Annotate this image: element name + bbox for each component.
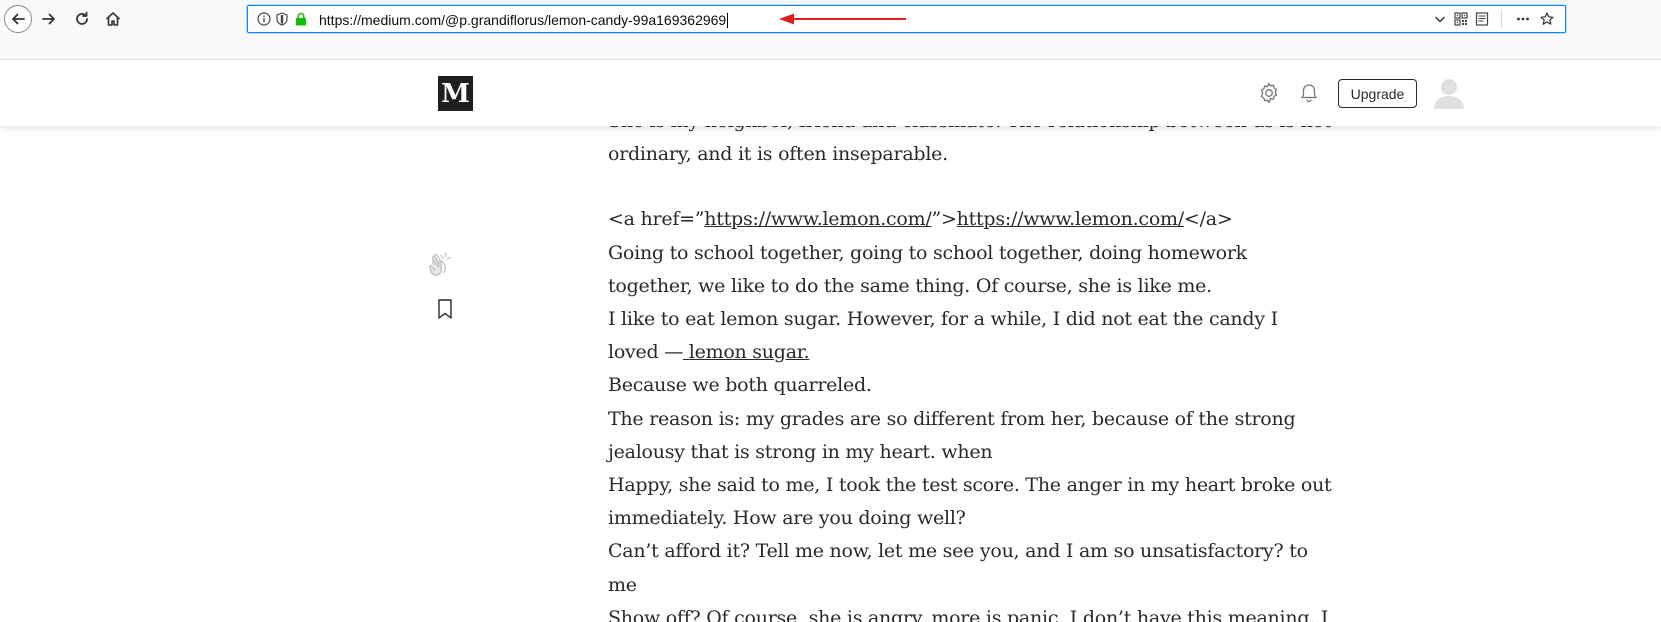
article-line: ordinary, and it is often inseparable. (608, 143, 948, 166)
logo-letter: M (441, 78, 470, 109)
article-line: immediately. How are you doing well? (608, 507, 966, 530)
url-text[interactable]: https://medium.com/@p.grandiflorus/lemon… (319, 12, 729, 28)
browser-toolbar: https://medium.com/@p.grandiflorus/lemon… (0, 0, 1661, 60)
article-line: jealousy that is strong in my heart. whe… (608, 440, 993, 463)
line-text: ”> (931, 208, 957, 231)
home-icon (105, 12, 121, 26)
bookmark-star-icon[interactable] (1540, 12, 1554, 26)
more-icon[interactable] (1516, 12, 1530, 26)
urlbar-separator (1501, 10, 1502, 28)
forward-icon (42, 13, 55, 25)
reload-button[interactable] (68, 5, 96, 33)
medium-logo[interactable]: M (438, 76, 473, 111)
tracking-shield-icon[interactable] (275, 12, 289, 26)
info-icon[interactable] (257, 12, 271, 26)
line-text: <a href=” (608, 208, 705, 231)
bell-icon[interactable] (1297, 81, 1321, 105)
home-button[interactable] (99, 5, 127, 33)
text-caret (727, 13, 729, 28)
back-button[interactable] (4, 5, 32, 33)
line-text: </a> (1183, 208, 1233, 231)
lemon-link[interactable]: https://www.lemon.com/ (704, 208, 932, 230)
forward-button[interactable] (35, 5, 63, 33)
annotation-arrow (779, 13, 906, 25)
back-icon (12, 13, 25, 25)
article-line: I like to eat lemon sugar. However, for … (608, 308, 1278, 331)
avatar[interactable] (1433, 76, 1465, 110)
article-body: She is my neighbor, friend and classmate… (608, 105, 1332, 622)
lemon-link[interactable]: https://www.lemon.com/ (957, 208, 1185, 230)
article-line: together, we like to do the same thing. … (608, 274, 1212, 297)
article-line: Happy, she said to me, I took the test s… (608, 474, 1332, 497)
lock-icon[interactable] (294, 12, 308, 26)
lemon-sugar-link[interactable]: lemon sugar. (683, 341, 810, 363)
bookmark-icon[interactable] (436, 298, 454, 320)
dropdown-chevron-icon[interactable] (1433, 12, 1447, 26)
article-line: <a href=”https://www.lemon.com/”>https:/… (608, 203, 1298, 236)
clap-icon[interactable] (428, 250, 456, 278)
qr-code-icon[interactable] (1454, 12, 1468, 26)
reader-view-icon[interactable] (1475, 12, 1489, 26)
article-line: Can’t afford it? Tell me now, let me see… (608, 540, 1308, 563)
article-line: Show off? Of course, she is angry, more … (608, 606, 1329, 622)
article-line: me (608, 573, 637, 596)
line-text: loved — (608, 341, 683, 364)
article-line: Going to school together, going to schoo… (608, 241, 1247, 264)
gear-icon[interactable] (1257, 81, 1281, 105)
article-line: Because we both quarreled. (608, 374, 872, 397)
article-line: loved — lemon sugar. (608, 336, 1298, 369)
upgrade-button[interactable]: Upgrade (1338, 79, 1417, 108)
reload-icon (76, 11, 88, 25)
medium-header: M Upgrade (0, 61, 1661, 126)
article-line: The reason is: my grades are so differen… (608, 407, 1296, 430)
